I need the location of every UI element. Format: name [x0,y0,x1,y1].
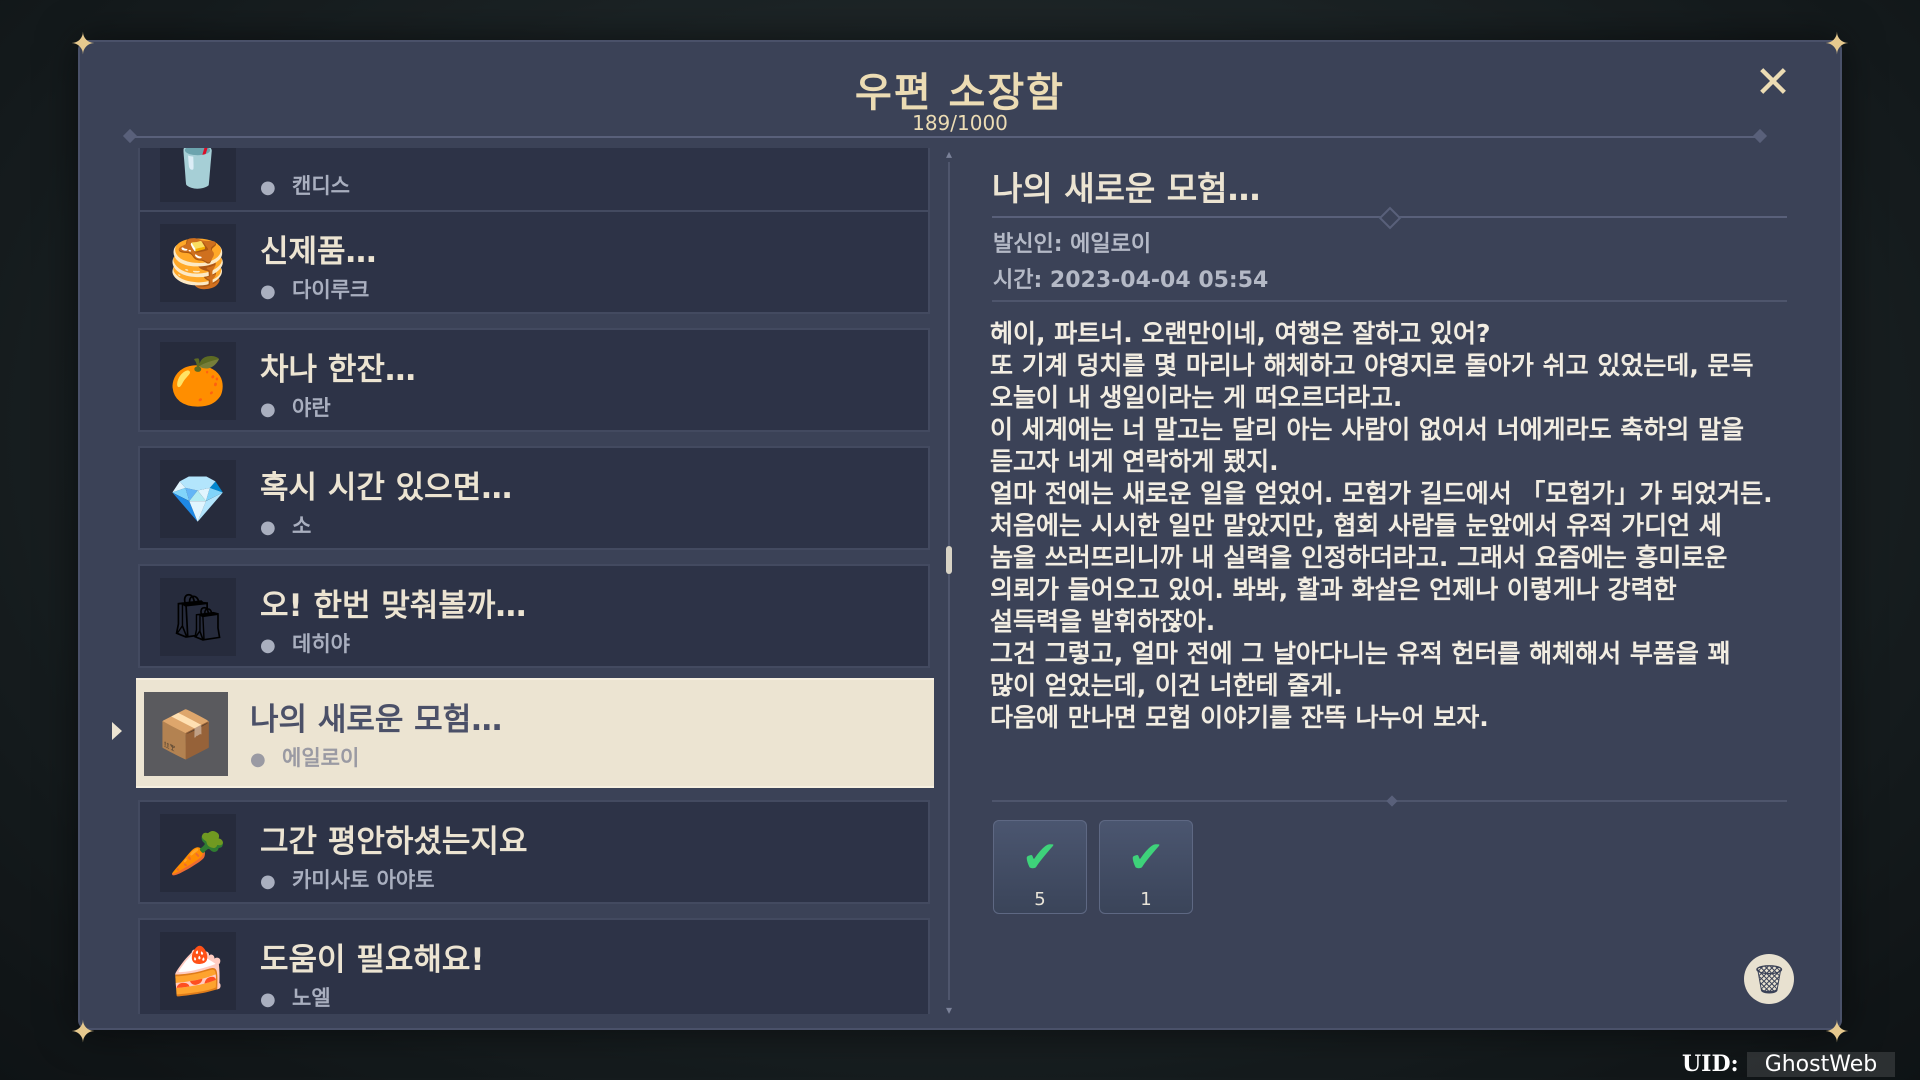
orange-fruit-icon: 🍊 [160,342,236,420]
trash-icon: 🗑 [1751,962,1787,996]
header-divider [130,136,1760,138]
mail-detail-body: 헤이, 파트너. 오랜만이네, 여행은 잘하고 있어? 또 기계 덩치를 몇 마… [990,319,1773,732]
detail-divider [992,300,1787,302]
claimed-gem-icon: ✔ [1127,832,1165,883]
mail-subject: 차나 한잔… [260,352,416,388]
attachment-qty: 5 [1034,889,1046,910]
person-icon: ● [260,177,276,198]
corner-ornament-icon: ✦ [70,27,96,62]
mail-subject: 나의 새로운 모험… [250,702,503,738]
corner-ornament-icon: ✦ [1824,1015,1850,1050]
mail-sender: ● 카미사토 아야토 [260,868,435,892]
mail-sender: ● 캔디스 [260,174,350,198]
pancake-stack-icon: 🥞 [160,224,236,302]
mail-list[interactable]: 🥤 ● 캔디스 🥞 신제품… ● 다이루크 🍊 차나 한잔… ● 야란 💎 혹시 시간… [136,148,934,1014]
person-icon: ● [260,281,276,302]
mail-subject: 혹시 시간 있으면… [260,470,513,506]
flour-sack-icon: 🛍 [160,578,236,656]
scroll-thumb[interactable] [946,546,952,574]
mail-sender: ● 에일로이 [250,746,360,770]
detail-divider [992,206,1787,230]
close-button[interactable]: ✕ [1752,61,1794,105]
page-title: 우편 소장함 [855,70,1065,116]
attachments: ✔ 5 ✔ 1 [993,820,1193,916]
mail-list-scrollbar[interactable]: ▴ ▾ [946,148,952,1016]
mail-subject: 오! 한번 맞춰볼까… [260,588,527,624]
person-icon: ● [250,749,266,770]
mail-sender: ● 소 [260,514,312,538]
person-icon: ● [260,635,276,656]
mail-item-selected[interactable]: 📦 나의 새로운 모험… ● 에일로이 [136,678,934,788]
uid-display: UID: GhostWeb [1682,1050,1896,1078]
selection-arrow-icon [112,722,122,740]
cake-icon: 🍰 [160,932,236,1010]
claimed-parts-icon: ✔ [1021,832,1059,883]
attachments-divider [992,795,1787,807]
corner-ornament-icon: ✦ [1824,27,1850,62]
mail-subject: 도움이 필요해요! [260,942,485,978]
attachment-item[interactable]: ✔ 1 [1099,820,1193,914]
delete-button[interactable]: 🗑 [1744,954,1794,1004]
mail-item[interactable]: 🍰 도움이 필요해요! ● 노엘 [138,918,930,1014]
person-icon: ● [260,989,276,1010]
attachment-qty: 1 [1140,889,1152,910]
corner-ornament-icon: ✦ [70,1015,96,1050]
mail-count: 189/1000 [912,111,1008,135]
mail-item[interactable]: 🥞 신제품… ● 다이루크 [138,210,930,314]
attachment-item[interactable]: ✔ 5 [993,820,1087,914]
mail-sender: ● 야란 [260,396,331,420]
mail-detail-title: 나의 새로운 모험… [992,169,1261,208]
radish-icon: 🥕 [160,814,236,892]
mail-subject: 신제품… [260,234,377,270]
mail-item[interactable]: 🍊 차나 한잔… ● 야란 [138,328,930,432]
scroll-down-icon[interactable]: ▾ [942,1004,956,1016]
mail-item[interactable]: 💎 혹시 시간 있으면… ● 소 [138,446,930,550]
person-icon: ● [260,399,276,420]
close-icon: ✕ [1754,57,1792,108]
mail-subject: 그간 평안하셨는지요 [260,824,528,860]
crystal-shard-icon: 💎 [160,460,236,538]
scroll-track[interactable] [948,162,950,1000]
mail-item[interactable]: 🛍 오! 한번 맞춰볼까… ● 데히야 [138,564,930,668]
mail-detail-time: 시간: 2023-04-04 05:54 [993,268,1269,293]
mail-sender: ● 노엘 [260,986,331,1010]
mail-item[interactable]: 🥤 ● 캔디스 [138,148,930,214]
mail-detail-sender: 발신인: 에일로이 [993,232,1152,257]
scroll-up-icon[interactable]: ▴ [942,148,956,160]
uid-label: UID: [1682,1051,1739,1077]
uid-value: GhostWeb [1746,1051,1896,1077]
person-icon: ● [260,517,276,538]
mail-sender: ● 데히야 [260,632,350,656]
juice-icon: 🥤 [160,148,236,202]
parts-box-icon: 📦 [144,692,228,776]
mail-item[interactable]: 🥕 그간 평안하셨는지요 ● 카미사토 아야토 [138,800,930,904]
mail-sender: ● 다이루크 [260,278,370,302]
person-icon: ● [260,871,276,892]
